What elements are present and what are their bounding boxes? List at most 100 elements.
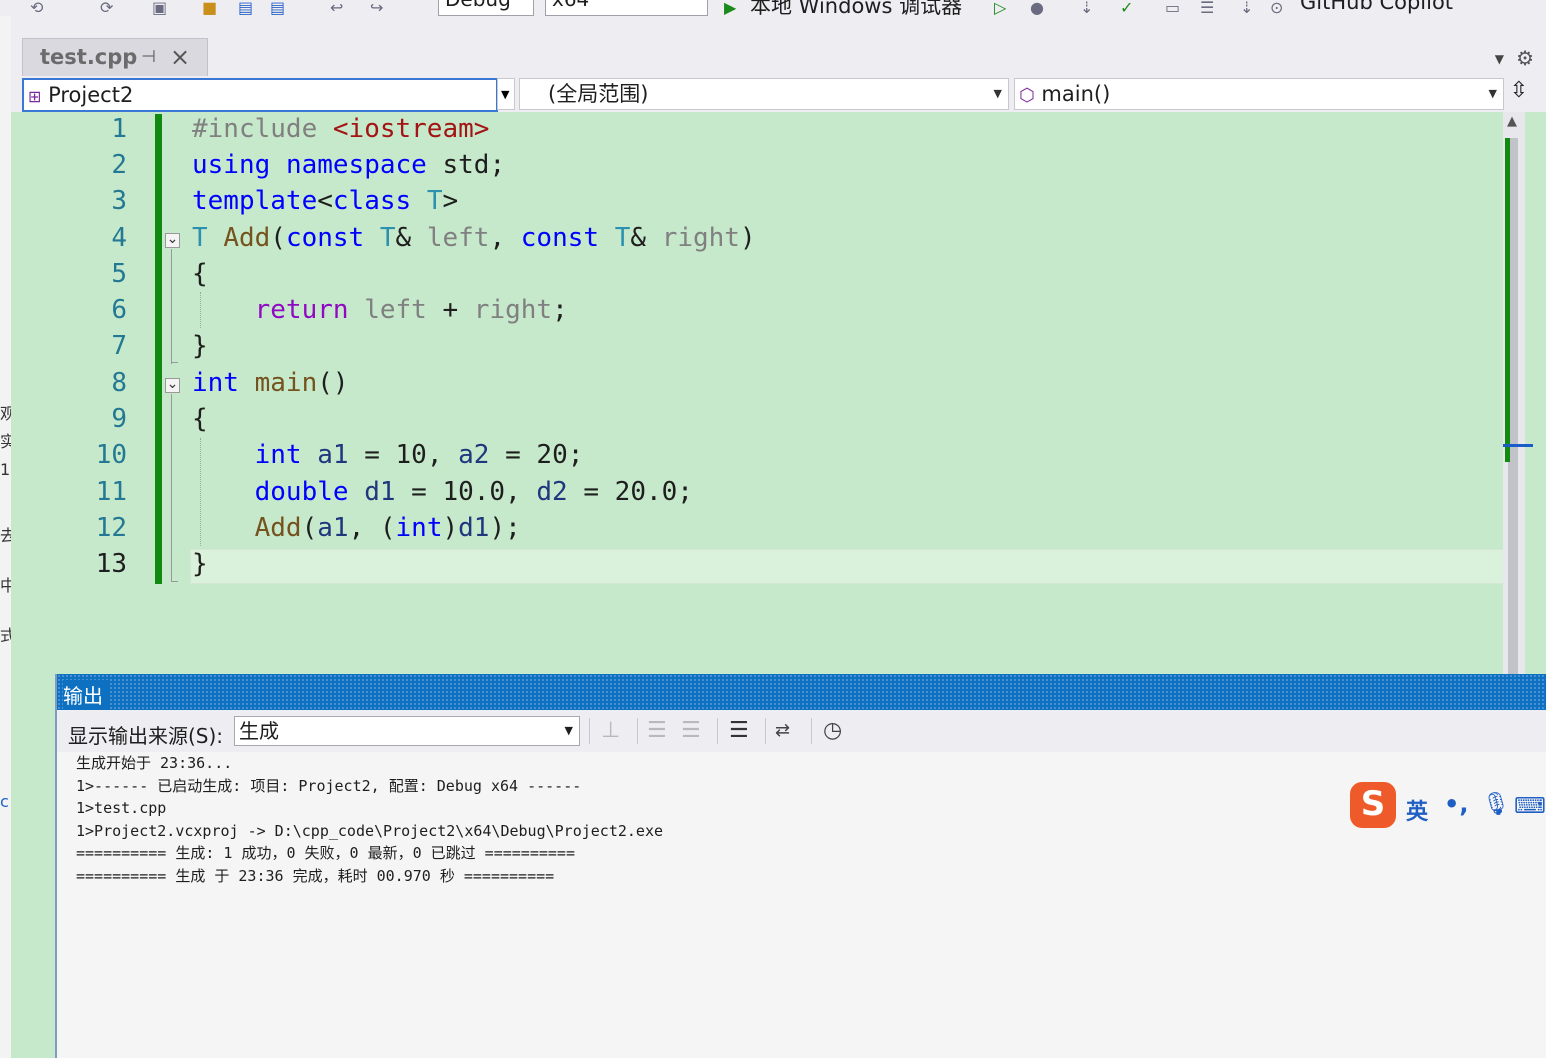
chevron-down-icon: ▼ [501, 88, 510, 101]
code-line-12[interactable]: Add(a1, (int)d1); [192, 513, 521, 543]
new-item-icon[interactable]: ▣ [152, 0, 167, 16]
code-editor[interactable]: 1 2 3 4 5 6 7 8 9 10 11 12 13 ⌄ ⌄ #inclu… [47, 112, 1505, 674]
open-folder-icon[interactable]: ■ [202, 0, 217, 16]
ime-language-toggle[interactable]: 英 [1406, 794, 1428, 826]
chevron-down-icon: ▼ [1488, 87, 1497, 100]
code-line-7[interactable]: } [192, 331, 208, 361]
gear-icon[interactable]: ⚙ [1516, 46, 1534, 70]
configuration-dropdown[interactable]: Debug [438, 0, 534, 16]
line-number: 3 [111, 186, 127, 216]
microphone-icon[interactable]: 🎙 [1482, 792, 1510, 817]
toolbar-separator [589, 718, 590, 744]
navigate-forward-icon[interactable]: ↪ [370, 0, 383, 16]
copilot-label[interactable]: GitHub Copilot [1300, 0, 1453, 14]
project-dropdown[interactable]: ⊞ Project2 [22, 78, 498, 112]
code-line-6[interactable]: return left + right; [192, 295, 568, 325]
line-number: 11 [95, 477, 127, 507]
code-line-9[interactable]: { [192, 404, 208, 434]
window-layout-icon[interactable]: ▭ [1165, 0, 1180, 16]
line-number: 6 [111, 295, 127, 325]
fold-collapse-icon[interactable]: ⌄ [165, 232, 180, 248]
project-dropdown-arrow[interactable]: ▼ [497, 78, 515, 110]
platform-dropdown[interactable]: x64 [545, 0, 708, 16]
code-line-4[interactable]: T Add(const T& left, const T& right) [192, 223, 756, 253]
line-number: 9 [111, 404, 127, 434]
line-number: 12 [95, 513, 127, 543]
output-panel: 输出 显示输出来源(S): 生成 ▼ ⊥ ☰ ☰ ☰ ⇄ ◷ 生成开始于 23:… [55, 674, 1546, 1058]
find-message-icon[interactable]: ⊥ [601, 718, 620, 743]
line-number: 5 [111, 259, 127, 289]
split-window-icon[interactable]: ⇳ [1506, 78, 1532, 108]
code-line-13[interactable]: } [192, 549, 208, 579]
editor-left-margin [11, 112, 47, 1058]
pin-icon[interactable]: ⊣ [141, 47, 156, 67]
code-line-2[interactable]: using namespace std; [192, 150, 505, 180]
code-line-3[interactable]: template<class T> [192, 186, 458, 216]
fold-line-end [171, 581, 178, 582]
line-number: 2 [111, 150, 127, 180]
keyboard-icon[interactable]: ⌨ [1514, 794, 1546, 819]
overflow-icon[interactable]: ⇣ [1240, 0, 1253, 16]
code-line-11[interactable]: double d1 = 10.0, d2 = 20.0; [192, 477, 693, 507]
copilot-icon[interactable]: ⊙ [1270, 0, 1283, 16]
navigation-bar: ⊞ Project2 ▼ (全局范围) ▼ ⬡ main() ▼ ⇳ [11, 76, 1546, 112]
output-toolbar: 显示输出来源(S): 生成 ▼ ⊥ ☰ ☰ ☰ ⇄ ◷ [57, 710, 1546, 752]
check-icon[interactable]: ✓ [1120, 0, 1133, 16]
output-source-dropdown[interactable]: 生成 ▼ [234, 716, 580, 746]
member-dropdown[interactable]: ⬡ main() ▼ [1014, 78, 1504, 110]
scroll-up-icon[interactable]: ▲ [1507, 114, 1517, 129]
toolbar-separator [637, 718, 638, 744]
output-line: 1>test.cpp [76, 799, 167, 818]
output-panel-header[interactable]: 输出 [57, 674, 1546, 710]
project-value: Project2 [48, 83, 134, 107]
ime-punctuation-toggle[interactable]: •, [1444, 790, 1468, 818]
output-panel-title: 输出 [63, 680, 109, 709]
start-debugging-icon[interactable]: ▶ [724, 0, 736, 16]
tab-test-cpp[interactable]: test.cpp ⊣ × [22, 38, 208, 77]
save-icon[interactable]: ▤ [238, 0, 253, 16]
side-char: 1 [0, 460, 11, 479]
output-line: 生成开始于 23:36... [76, 754, 233, 772]
close-icon[interactable]: × [170, 43, 190, 71]
scope-value: (全局范围) [548, 82, 649, 106]
chevron-down-icon: ▼ [564, 724, 573, 737]
code-line-1[interactable]: #include <iostream> [192, 114, 489, 144]
side-char: c [0, 792, 9, 811]
code-line-10[interactable]: int a1 = 10, a2 = 20; [192, 440, 584, 470]
word-wrap-icon[interactable]: ⇄ [775, 720, 790, 741]
output-text[interactable]: 生成开始于 23:36... 1>------ 已启动生成: 项目: Projec… [76, 752, 663, 888]
project-icon: ⊞ [28, 87, 42, 106]
vertical-scrollbar[interactable]: ▲ [1503, 112, 1533, 674]
line-number: 1 [111, 114, 127, 144]
fold-line [171, 394, 172, 582]
toolbar-options-icon[interactable]: ⇣ [1080, 0, 1093, 16]
undo-icon[interactable]: ⟲ [30, 0, 43, 16]
output-source-value: 生成 [239, 719, 279, 743]
fold-collapse-icon[interactable]: ⌄ [165, 377, 180, 393]
previous-message-icon[interactable]: ☰ [647, 718, 667, 743]
redo-icon[interactable]: ⟳ [100, 0, 113, 16]
tab-list-dropdown-icon[interactable]: ▼ [1495, 52, 1504, 66]
toolbar-separator [811, 718, 812, 744]
clear-all-icon[interactable]: ☰ [729, 718, 749, 743]
document-tab-strip: test.cpp ⊣ × ▼ ⚙ [11, 16, 1546, 77]
code-line-8[interactable]: int main() [192, 368, 349, 398]
side-char: 实 [0, 428, 11, 452]
next-message-icon[interactable]: ☰ [681, 718, 701, 743]
tab-title: test.cpp [40, 45, 138, 69]
configuration-value: Debug [445, 0, 511, 11]
output-line: ========== 生成 于 23:36 完成，耗时 00.970 秒 ===… [76, 866, 555, 885]
stop-icon[interactable]: ● [1030, 0, 1044, 16]
code-line-5[interactable]: { [192, 259, 208, 289]
navigate-back-icon[interactable]: ↩ [330, 0, 343, 16]
clock-icon[interactable]: ◷ [823, 718, 842, 743]
align-icon[interactable]: ☰ [1200, 0, 1214, 16]
chevron-down-icon: ▼ [993, 87, 1002, 100]
run-debugger-label[interactable]: 本地 Windows 调试器 [750, 0, 962, 16]
start-without-debugging-icon[interactable]: ▷ [994, 0, 1006, 16]
save-all-icon[interactable]: ▤ [270, 0, 285, 16]
scope-dropdown[interactable]: (全局范围) ▼ [519, 78, 1009, 110]
side-char: 式 [0, 622, 11, 646]
toolbar-separator [717, 718, 718, 744]
sogou-logo-icon[interactable]: S [1350, 782, 1396, 828]
